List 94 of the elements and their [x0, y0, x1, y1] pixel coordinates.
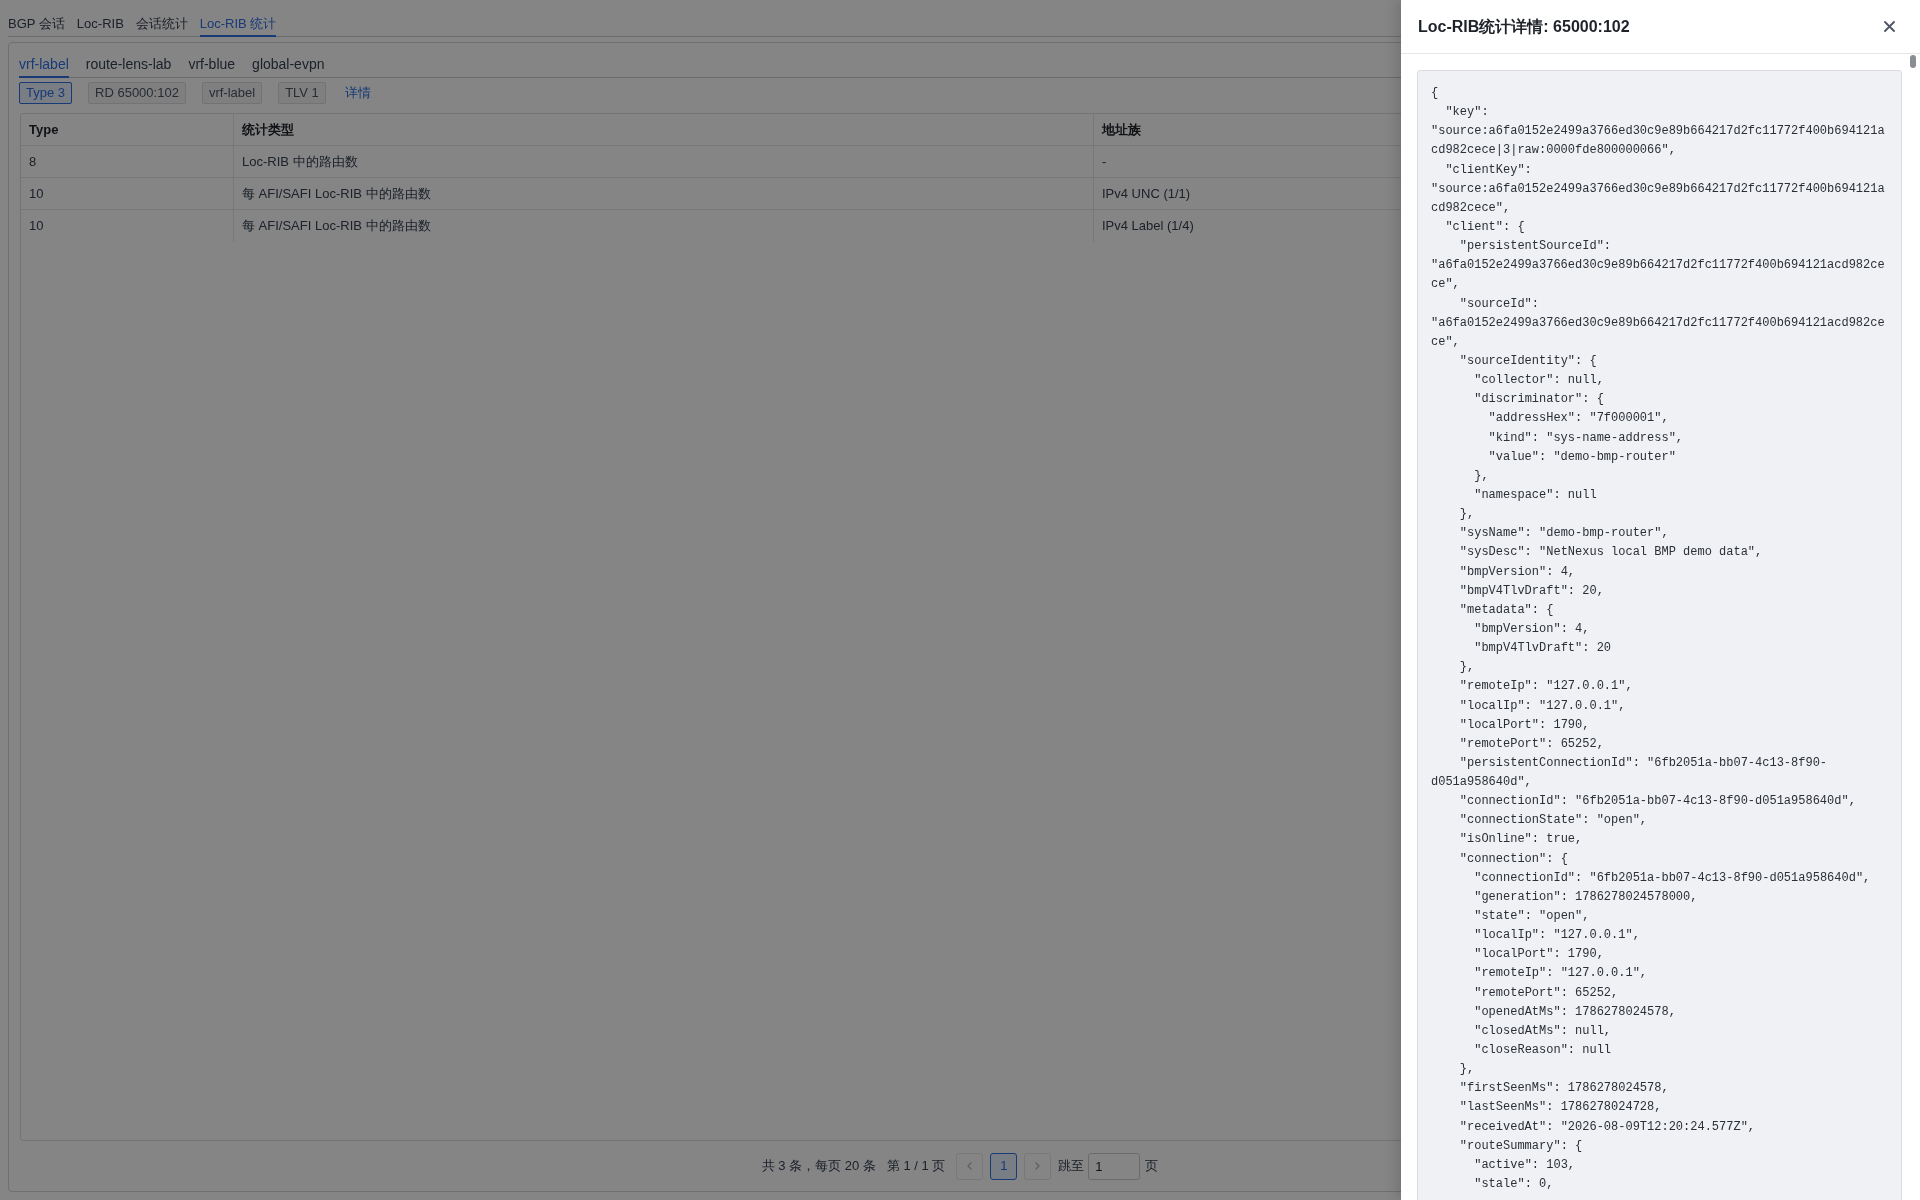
code-line: }, — [1459, 660, 1475, 675]
code-line: }, — [1459, 1062, 1475, 1077]
code-line: "discriminator": { — [1474, 392, 1604, 407]
tab[interactable]: vrf-blue — [188, 43, 236, 78]
tab[interactable]: route-lens-lab — [85, 43, 172, 78]
code-line: "connectionState": "open", — [1459, 813, 1648, 828]
code-line: "collector": null, — [1474, 373, 1604, 388]
code-line: "routeSummary": { — [1459, 1138, 1583, 1153]
tag: TLV 1 — [278, 82, 326, 104]
table-cell-text: - — [1101, 152, 1108, 171]
tab[interactable]: Loc-RIB — [76, 0, 124, 37]
code-line: "namespace": null — [1474, 487, 1597, 502]
close-icon — [1883, 21, 1895, 32]
code-line: "remoteIp": "127.0.0.1", — [1474, 966, 1648, 981]
chevron-left-icon — [967, 1162, 973, 1170]
tab[interactable]: vrf-label — [19, 43, 69, 78]
page-info: 第 1 / 1 页 — [886, 1157, 946, 1176]
column-header: Type — [21, 114, 234, 145]
column-header: 统计类型 — [234, 114, 1094, 145]
code-line: "clientKey": — [1445, 162, 1532, 177]
code-line: "addressHex": "7f000001", — [1488, 411, 1669, 426]
code-line: "sysName": "demo-bmp-router", — [1459, 526, 1669, 541]
code-line: "source:a6fa0152e2499a3766ed30c9e89b664217d2fc11772f400b694121a — [1431, 124, 1885, 139]
code-line: "remotePort": 65252, — [1474, 985, 1619, 1000]
code-line: "persistentSourceId": — [1459, 239, 1612, 254]
code-line: "remotePort": 65252, — [1459, 736, 1604, 751]
code-line: "openedAtMs": 1786278024578, — [1474, 1004, 1676, 1019]
code-line: "connectionId": "6fb2051a-bb07-4c13-8f90-d051a958640d", — [1474, 870, 1871, 885]
code-line: cd982cece|3|raw:0000fde800000066", — [1431, 143, 1676, 158]
page-suffix: 页 — [1145, 1157, 1159, 1176]
details-link[interactable]: 详情 — [344, 83, 371, 103]
page-number-button[interactable]: 1 — [990, 1152, 1018, 1180]
jump-label: 跳至 — [1058, 1157, 1085, 1176]
code-line: ce", — [1431, 334, 1460, 349]
code-line: "active": 103, — [1474, 1157, 1576, 1172]
tag: vrf-label — [201, 82, 263, 104]
code-line: "localPort": 1790, — [1459, 717, 1590, 732]
code-line: "localPort": 1790, — [1474, 947, 1604, 962]
tag: RD 65000:102 — [88, 82, 186, 104]
code-line: "remoteIp": "127.0.0.1", — [1459, 679, 1633, 694]
table-cell: 8 — [21, 146, 234, 177]
code-line: "bmpVersion": 4, — [1459, 564, 1576, 579]
drawer-title: Loc-RIB统计详情: 65000:102 — [1418, 16, 1630, 37]
tab[interactable]: BGP 会话 — [8, 0, 65, 37]
code-line: }, — [1474, 468, 1489, 483]
code-line: ce", — [1431, 277, 1460, 292]
code-line: "client": { — [1445, 220, 1525, 234]
code-line: "generation": 1786278024578000, — [1474, 889, 1698, 904]
table-cell-text: IPv4 UNC (1/1) — [1101, 184, 1192, 203]
code-line: "localIp": "127.0.0.1", — [1459, 698, 1626, 713]
code-line: "bmpV4TlvDraft": 20, — [1459, 583, 1604, 598]
tab[interactable]: global-evpn — [252, 43, 325, 78]
table-cell: 10 — [21, 178, 234, 209]
code-line: "sourceId": — [1459, 296, 1540, 311]
tab[interactable]: 会话统计 — [135, 0, 188, 37]
code-line: "closedAtMs": null, — [1474, 1023, 1612, 1038]
table-cell: 10 — [21, 210, 234, 242]
code-line: "value": "demo-bmp-router" — [1488, 449, 1676, 464]
jump-page-input[interactable]: 1 — [1088, 1152, 1141, 1180]
code-line: "closeReason": null — [1474, 1043, 1612, 1058]
code-line: "a6fa0152e2499a3766ed30c9e89b664217d2fc11772f400b694121acd982ce — [1431, 258, 1885, 273]
code-line: "bmpVersion": 4, — [1474, 621, 1590, 636]
code-line: "localIp": "127.0.0.1", — [1474, 928, 1640, 943]
code-line: "source:a6fa0152e2499a3766ed30c9e89b664217d2fc11772f400b694121a — [1431, 181, 1885, 196]
pagination-summary: 共 3 条，每页 20 条 — [761, 1157, 876, 1176]
code-line: "metadata": { — [1459, 602, 1554, 617]
code-line: "isOnline": true, — [1459, 832, 1583, 847]
code-line: }, — [1459, 507, 1475, 522]
code-line: "connectionId": "6fb2051a-bb07-4c13-8f90-d051a958640d", — [1459, 794, 1856, 809]
tag: Type 3 — [19, 82, 73, 104]
code-line: "kind": "sys-name-address", — [1488, 430, 1684, 445]
scrollbar-thumb[interactable] — [1910, 55, 1916, 68]
code-line: cd982cece", — [1431, 200, 1511, 215]
code-line: "state": "open", — [1474, 909, 1590, 924]
chevron-right-icon — [1035, 1162, 1041, 1170]
code-line: { — [1431, 86, 1439, 100]
code-line: d051a958640d", — [1431, 775, 1532, 790]
table-cell: 每 AFI/SAFI Loc-RIB 中的路由数 — [234, 178, 1094, 209]
code-line: "firstSeenMs": 1786278024578, — [1459, 1081, 1669, 1096]
code-line: "sourceIdentity": { — [1459, 353, 1597, 368]
code-line: "sysDesc": "NetNexus local BMP demo data", — [1459, 545, 1763, 560]
code-line: "a6fa0152e2499a3766ed30c9e89b664217d2fc11772f400b694121acd982ce — [1431, 315, 1885, 330]
code-line: "bmpV4TlvDraft": 20 — [1474, 641, 1612, 656]
code-line: "key": — [1445, 105, 1489, 120]
table-cell: 每 AFI/SAFI Loc-RIB 中的路由数 — [234, 210, 1094, 242]
column-header: 地址族 — [1100, 120, 1142, 139]
table-cell: Loc-RIB 中的路由数 — [234, 146, 1094, 177]
tab[interactable]: Loc-RIB 统计 — [199, 0, 277, 37]
code-line: "persistentConnectionId": "6fb2051a-bb07-4c13-8f90- — [1459, 755, 1828, 770]
code-line: "lastSeenMs": 1786278024728, — [1459, 1100, 1662, 1115]
code-line: "receivedAt": "2026-08-09T12:20:24.577Z", — [1459, 1119, 1756, 1134]
code-line: "connection": { — [1459, 851, 1568, 866]
code-line: "stale": 0, — [1474, 1177, 1554, 1191]
table-cell-text: IPv4 Label (1/4) — [1101, 217, 1195, 236]
